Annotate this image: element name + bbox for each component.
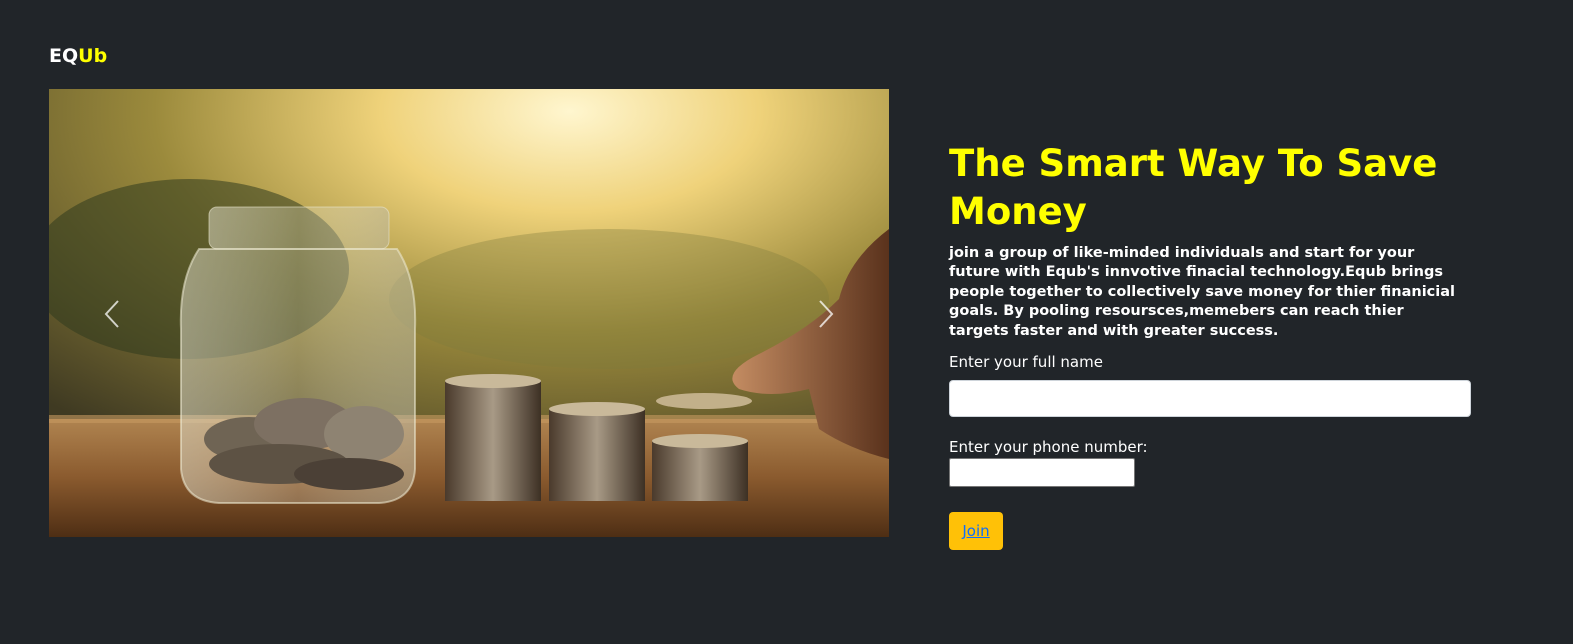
chevron-right-icon <box>819 300 834 328</box>
full-name-input[interactable] <box>949 380 1471 418</box>
phone-number-input[interactable] <box>949 458 1135 488</box>
hero-section: The Smart Way To Save Money join a group… <box>949 140 1479 551</box>
carousel-next-button[interactable] <box>796 289 856 339</box>
image-carousel <box>49 89 889 537</box>
hero-description: join a group of like-minded individuals … <box>949 245 1455 339</box>
full-name-label: Enter your full name <box>949 353 1103 372</box>
coins-jar-photo <box>49 89 889 537</box>
page: EQUb The Smart Way To Save Money join a … <box>0 0 1573 644</box>
join-button[interactable]: Join <box>949 512 1003 551</box>
brand-part-2: Ub <box>78 45 108 67</box>
phone-number-label: Enter your phone number: <box>949 438 1148 457</box>
brand-logo[interactable]: EQUb <box>49 45 107 67</box>
brand-part-1: EQ <box>49 45 79 67</box>
chevron-left-icon <box>104 300 119 328</box>
join-link[interactable]: Join <box>962 522 989 540</box>
carousel-prev-button[interactable] <box>82 289 142 339</box>
hero-title: The Smart Way To Save Money <box>949 142 1438 233</box>
